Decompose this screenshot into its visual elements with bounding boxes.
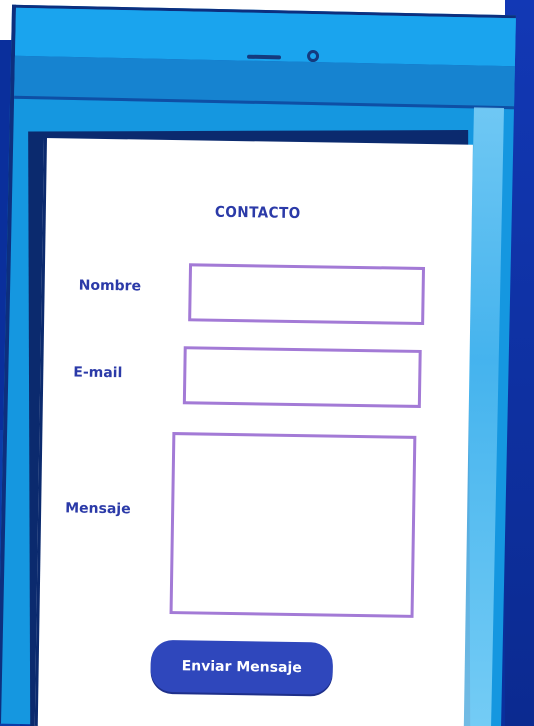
illustration-scene: CONTACTO Nombre E-mail Mensaje Enviar Me… <box>0 0 534 726</box>
speaker-slot-icon <box>246 54 282 60</box>
send-message-button[interactable]: Enviar Mensaje <box>150 639 334 695</box>
message-label: Mensaje <box>65 500 131 518</box>
email-field[interactable] <box>182 346 422 408</box>
form-title: CONTACTO <box>214 202 301 223</box>
name-field[interactable] <box>188 263 426 325</box>
phone-status-band <box>14 55 515 110</box>
name-label: Nombre <box>78 277 142 295</box>
contact-form: CONTACTO Nombre E-mail Mensaje Enviar Me… <box>34 138 473 726</box>
message-textarea[interactable] <box>169 432 417 618</box>
email-label: E-mail <box>73 364 123 382</box>
